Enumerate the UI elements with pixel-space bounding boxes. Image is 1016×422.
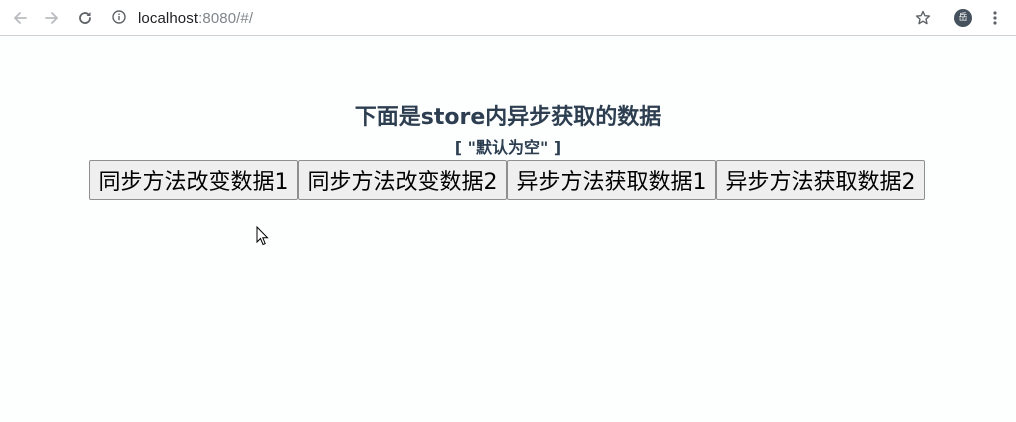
url-path: :8080/#/ [198,9,254,27]
address-bar[interactable]: localhost:8080/#/ [112,6,253,30]
async-fetch-data-2-button[interactable]: 异步方法获取数据2 [716,160,925,200]
browser-toolbar: localhost:8080/#/ 岳 [0,0,1016,36]
sync-change-data-2-button[interactable]: 同步方法改变数据2 [298,160,507,200]
state-value: [ "默认为空" ] [454,138,562,157]
mouse-cursor-icon [256,225,270,250]
sync-change-data-1-button[interactable]: 同步方法改变数据1 [89,160,298,200]
star-icon[interactable] [913,8,933,28]
avatar[interactable]: 岳 [954,9,972,27]
page-title: 下面是store内异步获取的数据 [354,105,662,130]
url-text[interactable]: localhost:8080/#/ [138,10,253,27]
kebab-menu-icon[interactable] [985,8,1005,28]
async-fetch-data-1-button[interactable]: 异步方法获取数据1 [507,160,716,200]
back-arrow-icon[interactable] [10,8,30,28]
button-row: 同步方法改变数据1 同步方法改变数据2 异步方法获取数据1 异步方法获取数据2 [89,160,925,200]
info-icon[interactable] [112,9,126,28]
forward-arrow-icon[interactable] [42,8,62,28]
url-host: localhost [138,9,199,27]
reload-icon[interactable] [75,8,95,28]
